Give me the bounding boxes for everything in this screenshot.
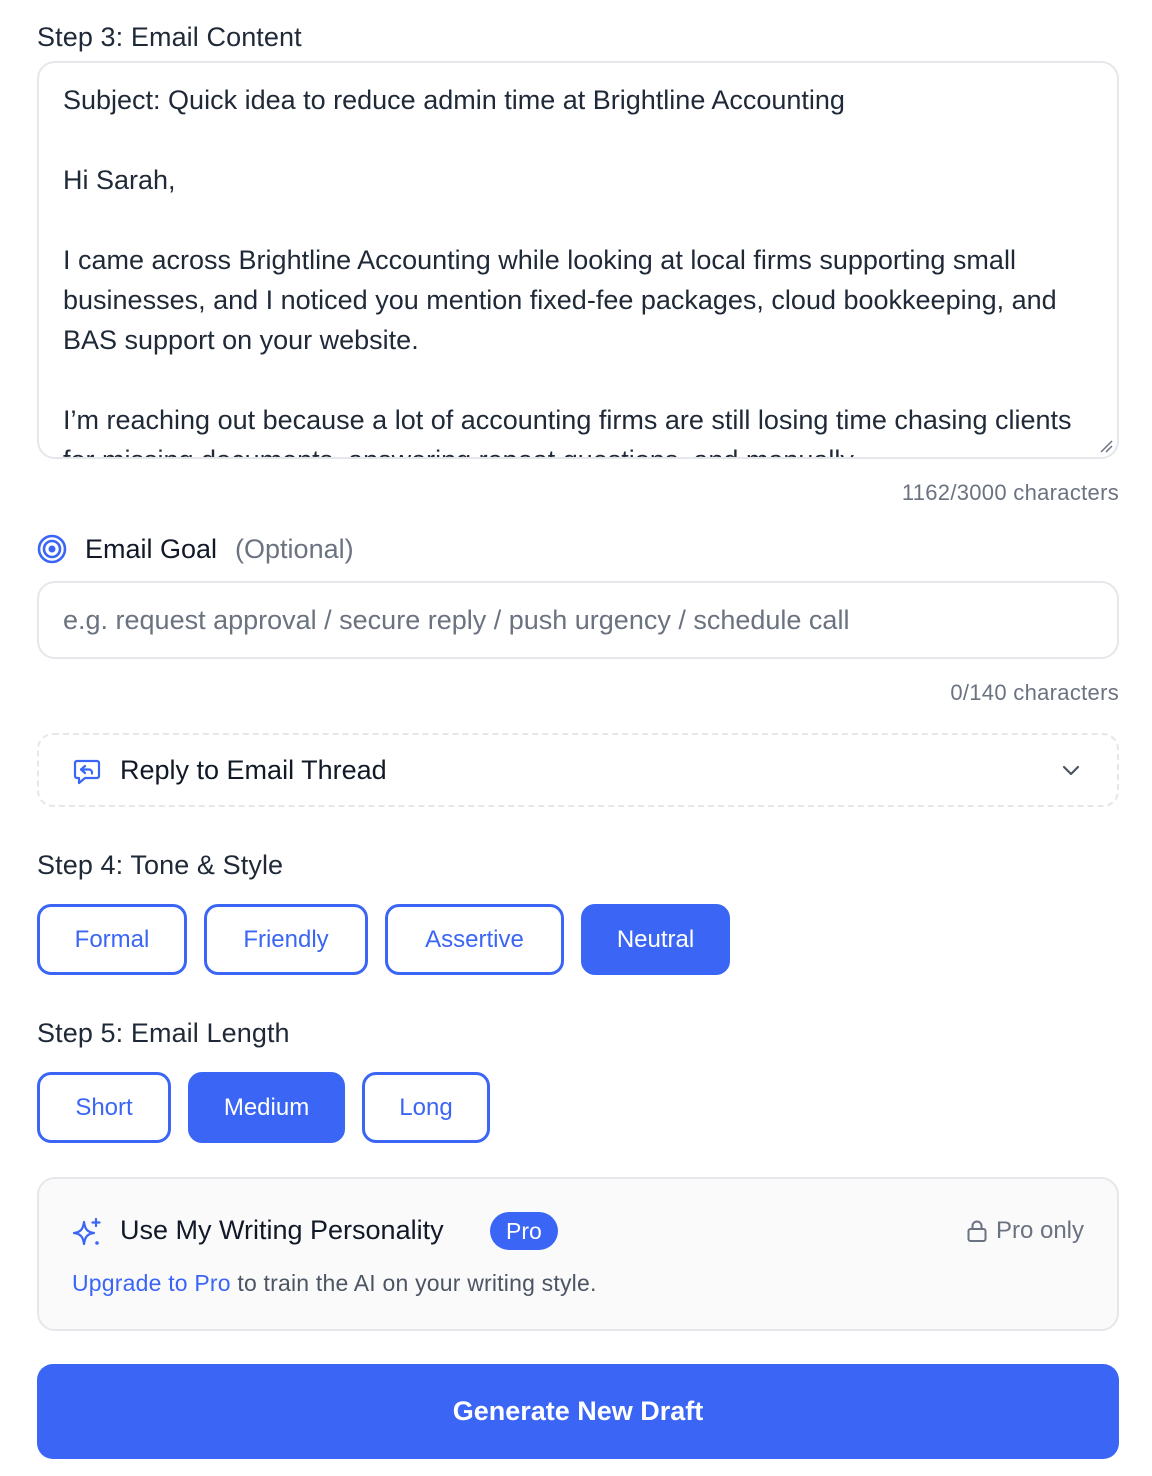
generate-new-draft-button[interactable]: Generate New Draft <box>37 1364 1119 1459</box>
step5-label: Step 5: Email Length <box>37 1018 290 1048</box>
email-goal-input[interactable] <box>37 581 1119 659</box>
reply-message-icon <box>73 759 101 785</box>
target-icon <box>37 534 67 564</box>
pro-badge: Pro <box>490 1212 558 1250</box>
pro-only-indicator: Pro only <box>966 1217 1084 1245</box>
email-content-char-count: 1162/3000 characters <box>901 480 1119 505</box>
tone-neutral-button[interactable]: Neutral <box>581 904 730 975</box>
step4-label: Step 4: Tone & Style <box>37 850 284 880</box>
email-goal-header: Email Goal (Optional) <box>37 532 354 566</box>
tone-formal-button[interactable]: Formal <box>37 904 187 975</box>
upgrade-description: to train the AI on your writing style. <box>230 1270 597 1296</box>
sparkle-icon <box>72 1217 101 1246</box>
reply-to-thread-toggle[interactable]: Reply to Email Thread <box>37 733 1119 807</box>
length-short-button[interactable]: Short <box>37 1072 171 1143</box>
tone-friendly-button[interactable]: Friendly <box>204 904 368 975</box>
lock-icon <box>967 1220 987 1242</box>
email-content-text[interactable]: Subject: Quick idea to reduce admin time… <box>63 80 1093 457</box>
step3-label: Step 3: Email Content <box>37 22 302 52</box>
length-medium-button[interactable]: Medium <box>188 1072 345 1143</box>
writing-personality-title: Use My Writing Personality <box>120 1215 444 1245</box>
upgrade-message: Upgrade to Pro to train the AI on your w… <box>72 1270 597 1297</box>
writing-personality-card: Use My Writing Personality Pro Pro only … <box>37 1177 1119 1331</box>
length-options: Short Medium Long <box>37 1072 490 1143</box>
resize-handle-icon[interactable] <box>1097 437 1115 455</box>
length-long-button[interactable]: Long <box>362 1072 490 1143</box>
chevron-down-icon[interactable] <box>1061 761 1081 781</box>
pro-only-label: Pro only <box>995 1217 1084 1244</box>
email-goal-char-count: 0/140 characters <box>950 680 1119 705</box>
email-goal-optional: (Optional) <box>235 533 354 564</box>
tone-options: Formal Friendly Assertive Neutral <box>37 904 730 975</box>
email-goal-label: Email Goal <box>85 533 218 564</box>
tone-assertive-button[interactable]: Assertive <box>385 904 564 975</box>
reply-to-thread-label: Reply to Email Thread <box>120 755 387 785</box>
email-content-textarea[interactable]: Subject: Quick idea to reduce admin time… <box>37 61 1119 459</box>
upgrade-to-pro-link[interactable]: Upgrade to Pro <box>72 1270 231 1296</box>
